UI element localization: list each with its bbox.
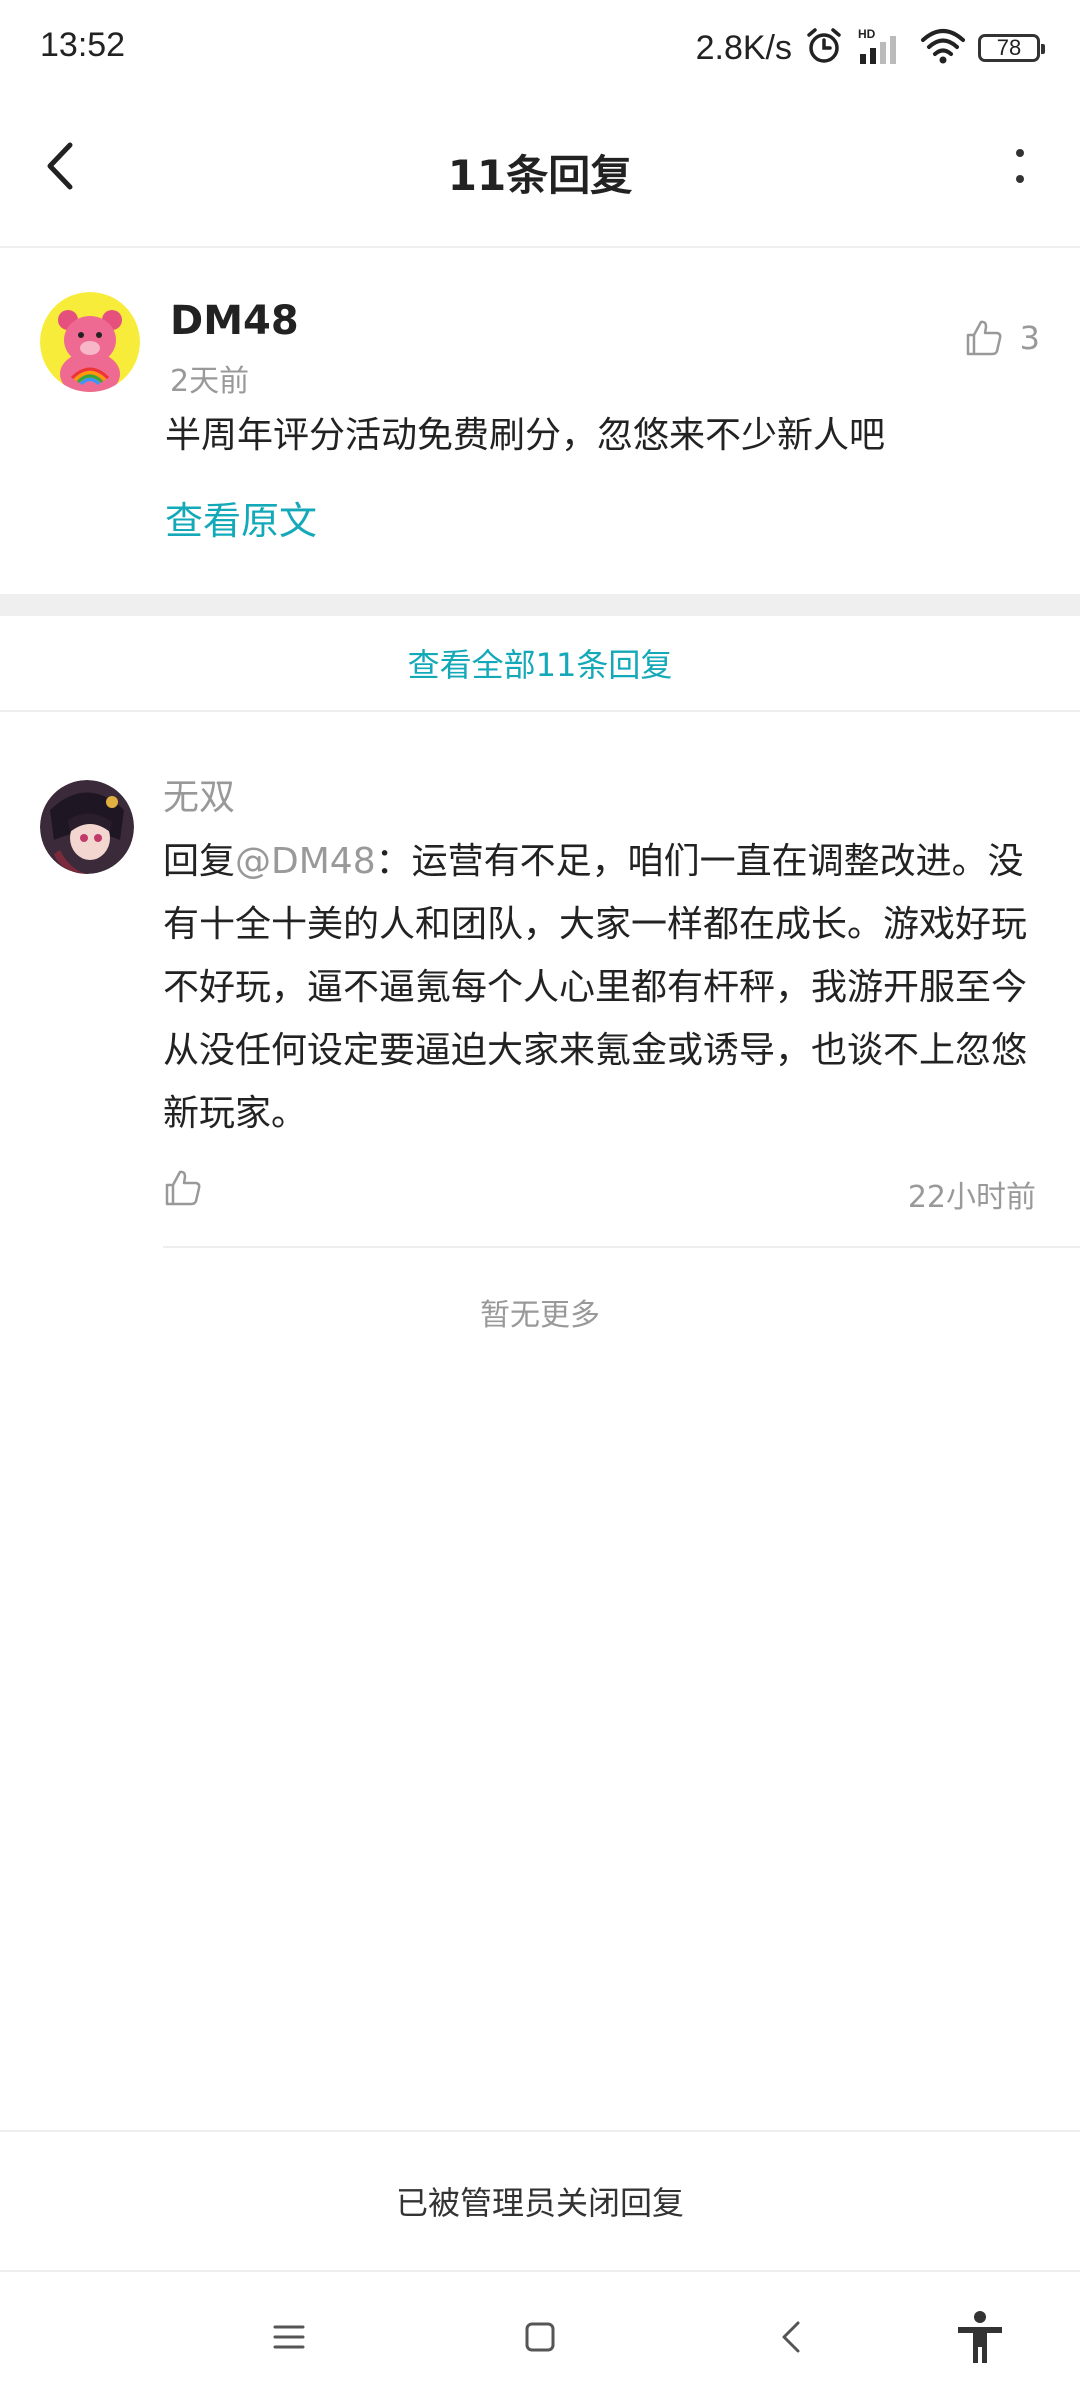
alarm-icon bbox=[804, 26, 844, 70]
status-bar: 13:52 2.8K/s HD 78 bbox=[0, 0, 1080, 96]
chevron-left-icon bbox=[782, 2321, 800, 2353]
no-more-text: 暂无更多 bbox=[480, 1298, 600, 1333]
status-icons: 2.8K/s HD 78 bbox=[695, 22, 1045, 74]
username[interactable]: DM48 bbox=[170, 298, 299, 344]
more-vertical-icon bbox=[1016, 149, 1024, 183]
comment-time: 2天前 bbox=[170, 364, 250, 399]
reply-text: ：运营有不足，咱们一直在调整改进。没有十全十美的人和团队，大家一样都在成长。游戏… bbox=[163, 841, 1028, 1134]
wifi-icon bbox=[920, 26, 966, 70]
svg-text:HD: HD bbox=[858, 27, 876, 41]
menu-button[interactable] bbox=[254, 2302, 324, 2372]
header: 11条回复 bbox=[0, 96, 1080, 248]
like-button[interactable] bbox=[163, 1168, 203, 1208]
thumbs-up-icon bbox=[966, 320, 1002, 356]
hd-signal-icon: HD bbox=[856, 26, 908, 70]
like-count: 3 bbox=[1019, 319, 1040, 357]
page-title: 11条回复 bbox=[447, 151, 633, 200]
main-comment: DM48 2天前 3 半周年评分活动免费刷分，忽悠来不少新人吧 查看原文 bbox=[0, 248, 1080, 594]
more-button[interactable] bbox=[990, 136, 1050, 196]
status-time: 13:52 bbox=[40, 26, 126, 64]
replies-closed-notice: 已被管理员关闭回复 bbox=[0, 2130, 1080, 2270]
reply-item: 无双 回复@DM48：运营有不足，咱们一直在调整改进。没有十全十美的人和团队，大… bbox=[0, 712, 1080, 1248]
thumbs-up-icon bbox=[165, 1170, 201, 1206]
view-all-replies-link[interactable]: 查看全部11条回复 bbox=[0, 616, 1080, 712]
system-nav-bar bbox=[0, 2270, 1080, 2400]
menu-icon bbox=[273, 2325, 305, 2349]
net-speed: 2.8K/s bbox=[695, 28, 792, 67]
home-button[interactable] bbox=[505, 2302, 575, 2372]
section-divider bbox=[0, 594, 1080, 616]
avatar[interactable] bbox=[40, 292, 140, 392]
avatar[interactable] bbox=[40, 780, 134, 874]
like-button[interactable]: 3 bbox=[964, 318, 1040, 358]
accessibility-icon bbox=[958, 2311, 1002, 2363]
battery-icon: 78 bbox=[978, 34, 1045, 62]
username[interactable]: 无双 bbox=[163, 768, 235, 820]
mention-link[interactable]: @DM48 bbox=[235, 841, 376, 882]
reply-time: 22小时前 bbox=[907, 1180, 1036, 1215]
view-original-link[interactable]: 查看原文 bbox=[165, 490, 317, 545]
reply-content: 回复@DM48：运营有不足，咱们一直在调整改进。没有十全十美的人和团队，大家一样… bbox=[163, 830, 1043, 1145]
square-home-icon bbox=[525, 2322, 555, 2352]
divider bbox=[163, 1246, 1080, 1248]
reply-prefix: 回复 bbox=[163, 841, 236, 882]
anime-character-avatar-icon bbox=[40, 780, 134, 874]
nav-back-button[interactable] bbox=[757, 2302, 827, 2372]
accessibility-button[interactable] bbox=[945, 2302, 1015, 2372]
comment-content: 半周年评分活动免费刷分，忽悠来不少新人吧 bbox=[165, 415, 886, 456]
pink-bear-avatar-icon bbox=[40, 292, 140, 392]
